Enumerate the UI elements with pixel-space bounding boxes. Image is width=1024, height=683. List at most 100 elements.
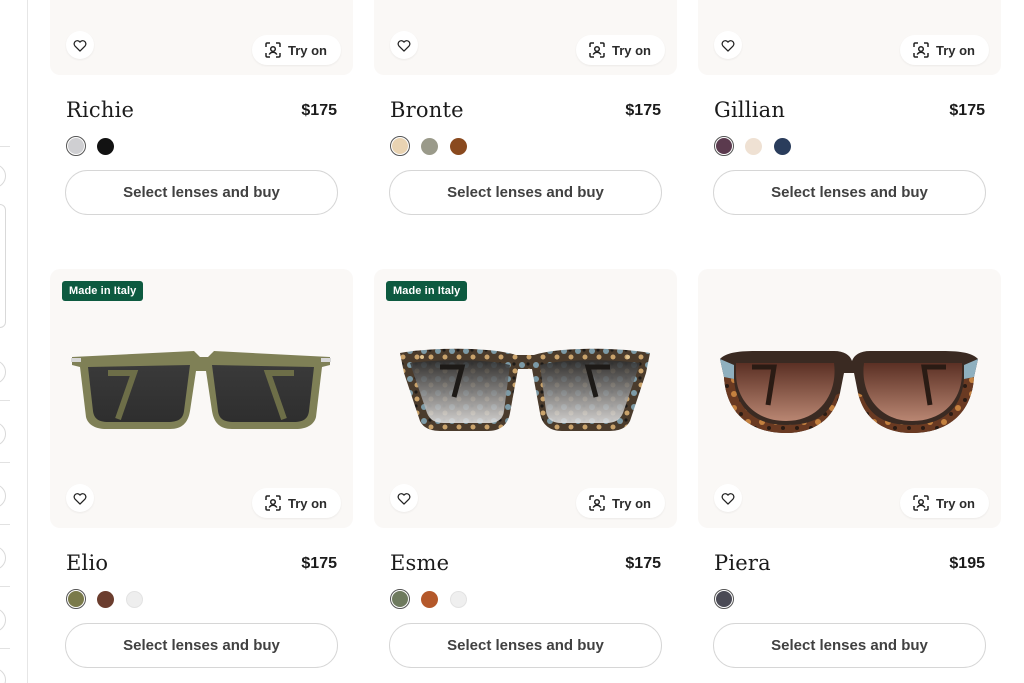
try-on-button[interactable]: Try on <box>251 488 341 518</box>
try-on-label: Try on <box>935 495 975 511</box>
color-swatch-dot <box>392 138 408 154</box>
color-swatches <box>390 589 468 609</box>
color-swatch-dot <box>68 138 84 154</box>
color-swatch[interactable] <box>772 136 792 156</box>
try-on-label: Try on <box>611 495 651 511</box>
color-swatch[interactable] <box>714 136 734 156</box>
color-swatch-dot <box>716 138 732 154</box>
product-name[interactable]: Elio <box>66 551 108 575</box>
color-swatch[interactable] <box>390 136 410 156</box>
product-name[interactable]: Piera <box>714 551 771 575</box>
product-image[interactable]: Made in Italy Try on <box>50 269 353 528</box>
color-swatch[interactable] <box>390 589 410 609</box>
color-swatch[interactable] <box>95 589 115 609</box>
try-on-button[interactable]: Try on <box>575 35 665 65</box>
product-price: $175 <box>625 102 661 119</box>
glasses-image <box>716 333 982 443</box>
sidebar-divider <box>0 648 10 649</box>
sidebar <box>0 0 28 683</box>
face-scan-icon <box>265 495 281 511</box>
sidebar-filter-toggle[interactable] <box>0 360 6 384</box>
select-lenses-and-buy-button[interactable]: Select lenses and buy <box>65 623 338 668</box>
product-name[interactable]: Bronte <box>390 98 464 122</box>
face-scan-icon <box>913 42 929 58</box>
select-lenses-and-buy-button[interactable]: Select lenses and buy <box>713 623 986 668</box>
favorite-button[interactable] <box>714 31 742 59</box>
product-price: $175 <box>949 102 985 119</box>
color-swatch[interactable] <box>448 589 468 609</box>
select-lenses-and-buy-button[interactable]: Select lenses and buy <box>65 170 338 215</box>
color-swatch[interactable] <box>714 589 734 609</box>
color-swatches <box>66 589 144 609</box>
color-swatch-dot <box>392 591 408 607</box>
product-price: $195 <box>949 555 985 572</box>
product-image[interactable]: Try on <box>698 269 1001 528</box>
product-price: $175 <box>301 102 337 119</box>
color-swatch[interactable] <box>419 589 439 609</box>
product-grid: Try on Richie $175 Select lenses and buy… <box>50 0 1001 683</box>
color-swatch[interactable] <box>448 136 468 156</box>
heart-outline-icon <box>397 39 411 52</box>
product-name[interactable]: Gillian <box>714 98 785 122</box>
product-price: $175 <box>301 555 337 572</box>
color-swatch[interactable] <box>124 589 144 609</box>
color-swatch-dot <box>420 137 438 155</box>
try-on-button[interactable]: Try on <box>899 488 989 518</box>
heart-outline-icon <box>721 492 735 505</box>
heart-outline-icon <box>73 39 87 52</box>
sidebar-filter-toggle[interactable] <box>0 668 6 683</box>
product-image[interactable]: Try on <box>698 0 1001 75</box>
favorite-button[interactable] <box>390 31 418 59</box>
face-scan-icon <box>265 42 281 58</box>
sidebar-divider <box>0 146 10 147</box>
try-on-button[interactable]: Try on <box>251 35 341 65</box>
face-scan-icon <box>913 495 929 511</box>
sidebar-filter-toggle[interactable] <box>0 546 6 570</box>
select-lenses-and-buy-button[interactable]: Select lenses and buy <box>389 170 662 215</box>
color-swatch[interactable] <box>66 589 86 609</box>
try-on-label: Try on <box>935 42 975 58</box>
try-on-button[interactable]: Try on <box>575 488 665 518</box>
color-swatch-dot <box>716 591 732 607</box>
color-swatch[interactable] <box>95 136 115 156</box>
color-swatch[interactable] <box>66 136 86 156</box>
product-image[interactable]: Try on <box>374 0 677 75</box>
sidebar-filter-toggle[interactable] <box>0 484 6 508</box>
product-name[interactable]: Richie <box>66 98 134 122</box>
try-on-button[interactable]: Try on <box>899 35 989 65</box>
product-price: $175 <box>625 555 661 572</box>
heart-outline-icon <box>397 492 411 505</box>
favorite-button[interactable] <box>390 484 418 512</box>
favorite-button[interactable] <box>714 484 742 512</box>
face-scan-icon <box>589 495 605 511</box>
sidebar-divider <box>0 586 10 587</box>
favorite-button[interactable] <box>66 31 94 59</box>
color-swatches <box>390 136 468 156</box>
color-swatch[interactable] <box>743 136 763 156</box>
color-swatch-dot <box>96 590 114 608</box>
sidebar-divider <box>0 462 10 463</box>
color-swatch-dot <box>773 137 791 155</box>
color-swatch-dot <box>420 590 438 608</box>
sidebar-filter-toggle[interactable] <box>0 608 6 632</box>
product-image[interactable]: Made in Italy Try on <box>374 269 677 528</box>
sidebar-filter-panel[interactable] <box>0 204 6 328</box>
glasses-image <box>68 333 334 443</box>
sidebar-filter-toggle[interactable] <box>0 422 6 446</box>
heart-outline-icon <box>73 492 87 505</box>
select-lenses-and-buy-button[interactable]: Select lenses and buy <box>389 623 662 668</box>
made-in-italy-badge: Made in Italy <box>62 281 144 301</box>
favorite-button[interactable] <box>66 484 94 512</box>
product-name[interactable]: Esme <box>390 551 449 575</box>
sidebar-filter-toggle[interactable] <box>0 164 6 188</box>
product-image[interactable]: Try on <box>50 0 353 75</box>
color-swatch[interactable] <box>419 136 439 156</box>
color-swatches <box>66 136 115 156</box>
glasses-image <box>392 333 658 443</box>
color-swatch-dot <box>449 590 467 608</box>
select-lenses-and-buy-button[interactable]: Select lenses and buy <box>713 170 986 215</box>
sidebar-divider <box>0 524 10 525</box>
heart-outline-icon <box>721 39 735 52</box>
color-swatch-dot <box>744 137 762 155</box>
color-swatches <box>714 589 734 609</box>
